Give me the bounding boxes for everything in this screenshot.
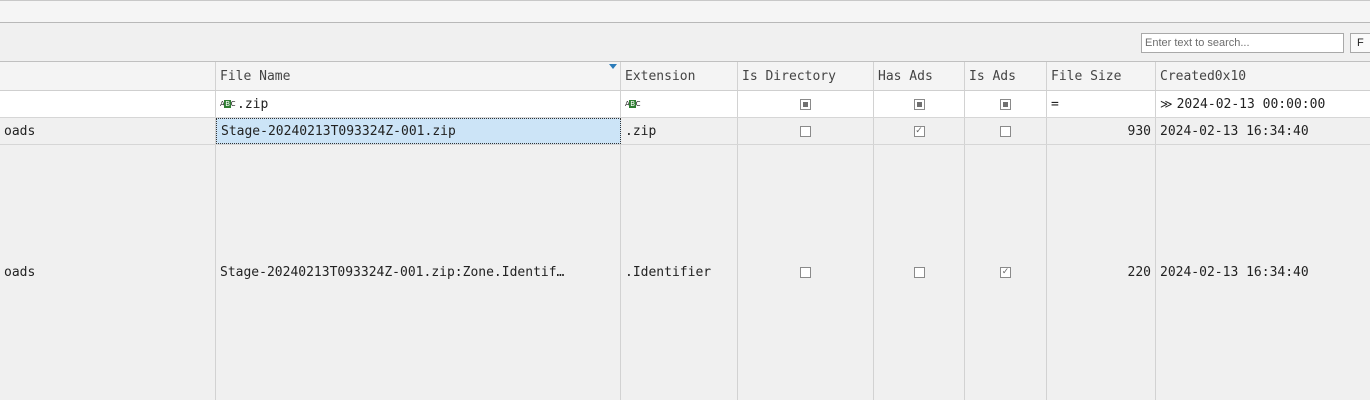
cell-text: Stage-20240213T093324Z-001.zip — [221, 123, 456, 139]
filter-cell-is-directory[interactable] — [738, 91, 874, 117]
data-grid: File Name Extension Is Directory Has Ads… — [0, 62, 1370, 400]
indeterminate-checkbox[interactable] — [913, 98, 925, 110]
has-ads-cell[interactable]: ✓ — [874, 118, 965, 144]
extension-cell[interactable]: .Identifier — [621, 145, 738, 400]
file-size-cell[interactable]: 930 — [1047, 118, 1156, 144]
column-header-parent-path[interactable] — [0, 62, 216, 90]
file-name-cell-selected[interactable]: Stage-20240213T093324Z-001.zip — [216, 118, 621, 144]
filter-cell-file-name[interactable]: ABC .zip — [216, 91, 621, 117]
created-cell[interactable]: 2024-02-13 16:34:40 — [1156, 118, 1370, 144]
filter-row: ABC .zip ABC = ≫ 2024-02-13 00:00:00 — [0, 91, 1370, 118]
column-header-extension[interactable]: Extension — [621, 62, 738, 90]
filter-active-icon[interactable] — [609, 64, 617, 69]
has-ads-cell[interactable] — [874, 145, 965, 400]
column-header-created[interactable]: Created0x10 — [1156, 62, 1370, 90]
column-header-has-ads[interactable]: Has Ads — [874, 62, 965, 90]
column-header-file-name[interactable]: File Name — [216, 62, 621, 90]
unchecked-checkbox[interactable] — [800, 125, 811, 137]
column-header-label: Is Directory — [742, 68, 836, 84]
text-filter-icon: ABC — [220, 99, 236, 108]
is-ads-cell[interactable] — [965, 118, 1047, 144]
filter-value: 2024-02-13 00:00:00 — [1176, 96, 1326, 112]
search-input[interactable] — [1141, 33, 1344, 53]
column-header-label: Is Ads — [969, 68, 1016, 84]
cell-text: 220 — [1127, 265, 1151, 280]
cell-text: .zip — [625, 123, 657, 139]
file-name-cell[interactable]: Stage-20240213T093324Z-001.zip:Zone.Iden… — [216, 145, 621, 400]
top-strip — [0, 0, 1370, 23]
filter-value: .zip — [237, 96, 269, 112]
cell-text: oads — [4, 123, 36, 139]
indeterminate-checkbox[interactable] — [1000, 98, 1011, 110]
text-filter-icon: ABC — [625, 99, 641, 108]
column-header-label: Extension — [625, 68, 696, 84]
equals-operator-icon[interactable]: = — [1051, 97, 1059, 112]
column-header-label: Has Ads — [878, 68, 933, 84]
filter-cell-file-size[interactable]: = — [1047, 91, 1156, 117]
header-row: File Name Extension Is Directory Has Ads… — [0, 62, 1370, 91]
cell-text: oads — [4, 265, 36, 280]
filter-cell-created[interactable]: ≫ 2024-02-13 00:00:00 — [1156, 91, 1370, 117]
filter-cell-extension[interactable]: ABC — [621, 91, 738, 117]
parent-path-cell[interactable]: oads — [0, 118, 216, 144]
toolbar: F — [0, 23, 1370, 62]
parent-path-cell[interactable]: oads — [0, 145, 216, 400]
unchecked-checkbox[interactable] — [1000, 125, 1011, 137]
filter-cell-is-ads[interactable] — [965, 91, 1047, 117]
cell-text: 930 — [1127, 123, 1151, 139]
column-header-label: Created0x10 — [1160, 68, 1247, 84]
table-row[interactable]: oads Stage-20240213T093324Z-001.zip .zip… — [0, 118, 1370, 145]
checked-checkbox[interactable]: ✓ — [1000, 267, 1011, 278]
filter-cell-parent-path[interactable] — [0, 91, 216, 117]
cell-text: 2024-02-13 16:34:40 — [1160, 123, 1309, 139]
find-button[interactable]: F — [1350, 33, 1370, 53]
filter-cell-has-ads[interactable] — [874, 91, 965, 117]
is-directory-cell[interactable] — [738, 118, 874, 144]
table-row[interactable]: oads Stage-20240213T093324Z-001.zip:Zone… — [0, 145, 1370, 400]
cell-text: Stage-20240213T093324Z-001.zip:Zone.Iden… — [220, 265, 565, 280]
unchecked-checkbox[interactable] — [800, 267, 811, 278]
indeterminate-checkbox[interactable] — [800, 98, 811, 110]
created-cell[interactable]: 2024-02-13 16:34:40 — [1156, 145, 1370, 400]
unchecked-checkbox[interactable] — [913, 267, 925, 278]
file-size-cell[interactable]: 220 — [1047, 145, 1156, 400]
is-ads-cell[interactable]: ✓ — [965, 145, 1047, 400]
column-header-is-directory[interactable]: Is Directory — [738, 62, 874, 90]
column-header-label: File Size — [1051, 68, 1122, 84]
column-header-is-ads[interactable]: Is Ads — [965, 62, 1047, 90]
extension-cell[interactable]: .zip — [621, 118, 738, 144]
is-directory-cell[interactable] — [738, 145, 874, 400]
checked-checkbox[interactable]: ✓ — [913, 125, 925, 137]
column-header-label: File Name — [220, 68, 291, 84]
cell-text: 2024-02-13 16:34:40 — [1160, 265, 1309, 280]
greater-than-operator-icon[interactable]: ≫ — [1160, 97, 1173, 111]
cell-text: .Identifier — [625, 265, 712, 280]
column-header-file-size[interactable]: File Size — [1047, 62, 1156, 90]
